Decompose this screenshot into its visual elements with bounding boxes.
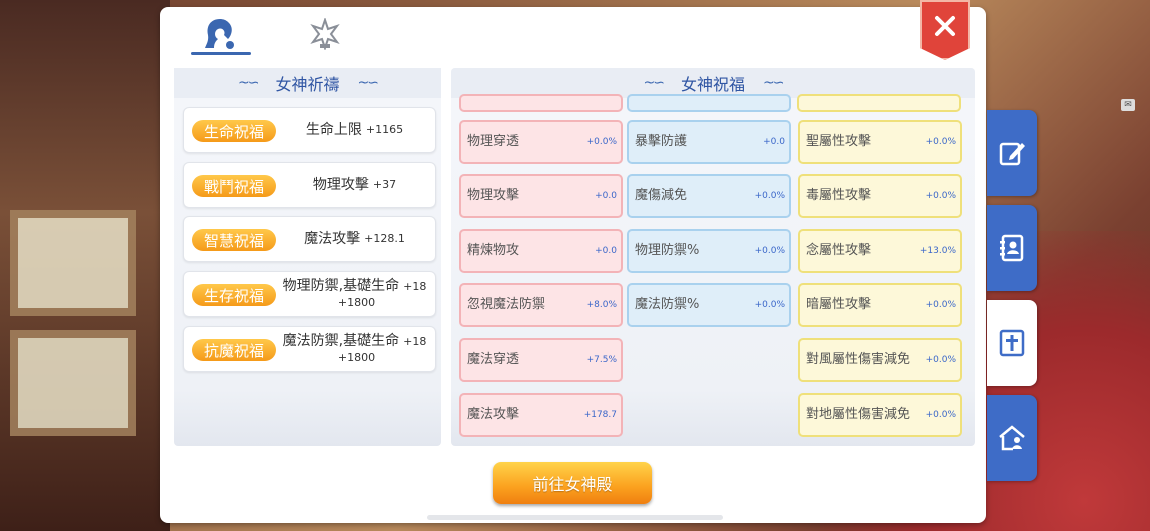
swirl-right-icon: ~∽ xyxy=(763,75,785,91)
edit-icon xyxy=(999,142,1025,166)
blessing-card[interactable]: 魔法攻擊 +178.7 xyxy=(459,393,623,437)
prayer-badge: 戰鬥祝福 xyxy=(192,175,276,197)
contact-book-icon xyxy=(1000,234,1024,262)
prayer-badge: 生存祝福 xyxy=(192,284,276,306)
prayer-title: 女神祈禱 xyxy=(275,75,340,94)
background-plaque xyxy=(10,210,136,316)
blessing-card[interactable]: 念屬性攻擊 +13.0% xyxy=(798,229,962,273)
blessing-card[interactable]: 物理穿透 +0.0% xyxy=(459,120,623,164)
blessing-card[interactable]: 對風屬性傷害減免 +0.0% xyxy=(798,338,962,382)
prayer-row[interactable]: 智慧祝福 魔法攻擊 +128.1 xyxy=(183,216,436,262)
prayer-stat: 物理攻擊 +37 xyxy=(312,177,397,193)
side-tab-home[interactable] xyxy=(987,395,1037,481)
prayer-badge: 抗魔祝福 xyxy=(192,339,276,361)
goddess-head-icon xyxy=(205,19,234,49)
blessing-card[interactable]: 物理攻擊 +0.0 xyxy=(459,174,623,218)
swirl-right-icon: ~∽ xyxy=(357,75,380,91)
prayer-stat: 物理防禦,基礎生命 +18 +1800 xyxy=(282,277,427,309)
close-button[interactable] xyxy=(920,0,970,60)
prayer-badge: 生命祝福 xyxy=(192,120,276,142)
swirl-left-icon: ~∽ xyxy=(643,75,666,91)
blessing-card[interactable]: 魔傷減免 +0.0% xyxy=(627,174,791,218)
blessing-card[interactable]: 對地屬性傷害減免 +0.0% xyxy=(798,393,962,437)
prayer-row[interactable]: 生命祝福 生命上限 +1165 xyxy=(183,107,436,153)
cross-icon xyxy=(999,329,1025,357)
notification-icon[interactable]: ✉ xyxy=(1121,99,1135,111)
prayer-stat: 魔法攻擊 +128.1 xyxy=(304,231,405,247)
emblem-icon xyxy=(310,18,340,50)
blessing-card-partial xyxy=(797,94,961,112)
blessing-card[interactable]: 暴擊防護 +0.0 xyxy=(627,120,791,164)
blessing-card[interactable]: 聖屬性攻擊 +0.0% xyxy=(798,120,962,164)
blessing-card-partial xyxy=(459,94,623,112)
horizontal-scrollbar[interactable] xyxy=(427,515,723,520)
side-tab-edit[interactable] xyxy=(987,110,1037,196)
blessing-card[interactable]: 魔法防禦% +0.0% xyxy=(627,283,791,327)
home-person-icon xyxy=(999,425,1025,451)
prayer-row[interactable]: 抗魔祝福 魔法防禦,基礎生命 +18 +1800 xyxy=(183,326,436,372)
blessing-card[interactable]: 物理防禦% +0.0% xyxy=(627,229,791,273)
prayer-header: ~∽ 女神祈禱 ~∽ xyxy=(174,68,441,98)
side-tab-contacts[interactable] xyxy=(987,205,1037,291)
blessing-card[interactable]: 魔法穿透 +7.5% xyxy=(459,338,623,382)
close-icon xyxy=(935,16,955,36)
prayer-stat: 魔法防禦,基礎生命 +18 +1800 xyxy=(282,332,427,364)
tab-emblem[interactable] xyxy=(296,12,354,56)
blessing-card[interactable]: 精煉物攻 +0.0 xyxy=(459,229,623,273)
side-tab-goddess[interactable] xyxy=(987,300,1037,386)
prayer-stat: 生命上限 +1165 xyxy=(305,122,404,138)
swirl-left-icon: ~∽ xyxy=(238,75,260,91)
background-plaque xyxy=(10,330,136,436)
blessing-card[interactable]: 忽視魔法防禦 +8.0% xyxy=(459,283,623,327)
tab-active-indicator xyxy=(191,52,251,55)
prayer-row[interactable]: 戰鬥祝福 物理攻擊 +37 xyxy=(183,162,436,208)
blessing-title: 女神祝福 xyxy=(680,75,745,94)
go-to-temple-button[interactable]: 前往女神殿 xyxy=(493,462,652,504)
prayer-badge: 智慧祝福 xyxy=(192,229,276,251)
blessing-card[interactable]: 毒屬性攻擊 +0.0% xyxy=(798,174,962,218)
prayer-row[interactable]: 生存祝福 物理防禦,基礎生命 +18 +1800 xyxy=(183,271,436,317)
tab-goddess[interactable] xyxy=(191,12,249,56)
blessing-card[interactable]: 暗屬性攻擊 +0.0% xyxy=(798,283,962,327)
blessing-card-partial xyxy=(627,94,791,112)
